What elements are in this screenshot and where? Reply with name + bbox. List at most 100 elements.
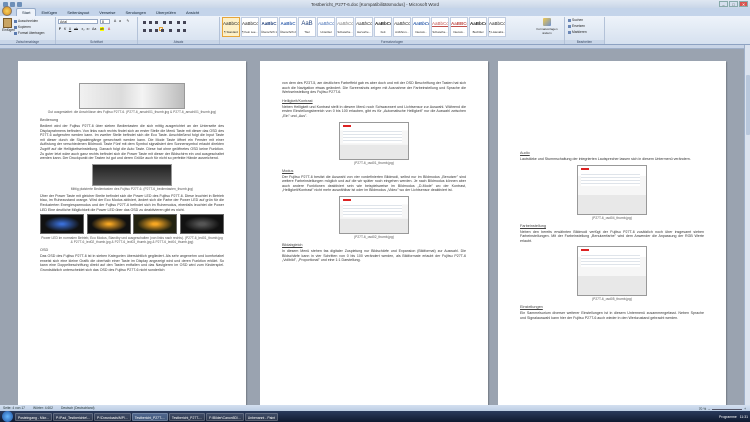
osd-screenshot-4	[577, 164, 647, 215]
style-heading1[interactable]: AaBbC Überschrift 1	[260, 17, 278, 37]
page-middle: von dem des P23T-5, am deutlichen Farbef…	[260, 61, 488, 405]
style-quote[interactable]: AaBbCcDAnführun...	[393, 17, 411, 37]
taskbar-item[interactable]: Unbenannt - Paint	[244, 412, 279, 421]
cursor-icon	[568, 30, 571, 34]
clock[interactable]: 11:31	[740, 415, 748, 419]
minimize-button[interactable]: –	[719, 1, 728, 7]
caption: Power LED im normalen Betrieb, Eco Modus…	[41, 236, 223, 245]
taskbar-item[interactable]: Testbericht_P27T-...	[131, 412, 168, 421]
font-color-icon[interactable]: A	[107, 27, 111, 31]
styles-icon	[543, 18, 551, 26]
bold-icon[interactable]: F	[58, 27, 62, 31]
change-styles-button[interactable]: Formatvorlagen ändern	[536, 17, 558, 37]
editing-group-label: Bearbeiten	[565, 40, 604, 44]
shrink-font-icon[interactable]: a	[118, 19, 122, 23]
grow-font-icon[interactable]: A	[113, 19, 117, 23]
shading-icon[interactable]	[175, 27, 180, 31]
decrease-indent-icon[interactable]	[161, 19, 166, 23]
binoculars-icon	[568, 18, 571, 22]
style-emphasis[interactable]: AaBbCcDHervorhe...	[355, 17, 373, 37]
style-title[interactable]: AaB Titel	[298, 17, 316, 37]
style-subtle-emphasis[interactable]: AaBbCcDSchwache...	[336, 17, 354, 37]
cut-button[interactable]: Ausschneiden	[14, 19, 38, 23]
font-group-label: Schriftart	[56, 40, 137, 44]
font-size-select[interactable]: 8	[100, 19, 110, 24]
align-right-icon[interactable]	[153, 27, 158, 31]
font-name-select[interactable]: Arial	[58, 19, 98, 24]
vertical-scrollbar[interactable]	[744, 45, 750, 405]
sort-icon[interactable]	[175, 19, 180, 23]
close-button[interactable]: ✕	[739, 1, 748, 7]
paragraph: Ein Sammelsurium diverser weiterer Einst…	[520, 311, 704, 320]
style-heading2[interactable]: AaBbC Überschrift 2	[279, 17, 297, 37]
style-intense-reference[interactable]: AaBBCcDIntensiv...	[450, 17, 468, 37]
highlight-icon[interactable]: ab	[100, 27, 104, 31]
style-book-title[interactable]: AaBbCcDBuchtitel	[469, 17, 487, 37]
tab-review[interactable]: Überprüfen	[151, 9, 181, 16]
justify-icon[interactable]	[159, 27, 164, 31]
pilcrow-icon[interactable]	[181, 19, 186, 23]
align-left-icon[interactable]	[141, 27, 146, 31]
replace-button[interactable]: Ersetzen	[568, 24, 585, 28]
style-list-paragraph[interactable]: AaBbCcD¶ Listenabs...	[488, 17, 506, 37]
style-subtitle[interactable]: AaBbCcl Untertitel	[317, 17, 335, 37]
paste-button[interactable]: Einfügen	[2, 18, 15, 34]
line-spacing-icon[interactable]	[167, 27, 172, 31]
multilevel-list-icon[interactable]	[153, 19, 158, 23]
taskbar-item[interactable]: Testbericht_P27T-...	[168, 412, 206, 421]
zoom-slider[interactable]	[712, 408, 743, 410]
font-group: Arial 8 A a ✎ F K U ab x₂ x² Aa ab A Sch…	[56, 17, 138, 44]
borders-icon[interactable]	[181, 27, 186, 31]
clipboard-group-label: Zwischenablage	[0, 40, 55, 44]
clipboard-icon	[2, 18, 12, 28]
led-image-eco	[86, 214, 131, 235]
caption: Mittig platzierte Bedientasten des Fujit…	[70, 186, 194, 191]
taskbar-item[interactable]: P:\Pad_Testberichte\...	[52, 412, 94, 421]
paragraph: von dem des P23T-5, am deutlichen Farbef…	[282, 81, 466, 95]
led-image-standby	[133, 214, 178, 235]
tab-page-layout[interactable]: Seitenlayout	[62, 9, 94, 16]
select-button[interactable]: Markieren	[568, 30, 587, 34]
subscript-icon[interactable]: x₂	[81, 27, 85, 31]
ribbon-tabs: Start Einfügen Seitenlayout Verweise Sen…	[0, 6, 750, 16]
style-strong[interactable]: AaBbCcDFett	[374, 17, 392, 37]
taskbar-item[interactable]: F:\Bilder\Canon5D\...	[206, 412, 244, 421]
style-standard[interactable]: AaBbCcD¶ Standard	[222, 17, 240, 37]
paragraph: In diesem Menü stehen fas digitaler Zusp…	[282, 248, 466, 263]
numbering-icon[interactable]	[147, 19, 152, 23]
clear-format-icon[interactable]: ✎	[126, 19, 130, 23]
format-painter-button[interactable]: Format übertragen	[14, 31, 44, 35]
italic-icon[interactable]: K	[63, 27, 67, 31]
style-intense-quote[interactable]: AaBbCcDIntensiv...	[412, 17, 430, 37]
style-no-spacing[interactable]: AaBbCcD¶ Kein Lee...	[241, 17, 259, 37]
copy-button[interactable]: Kopieren	[14, 25, 31, 29]
tab-references[interactable]: Verweise	[94, 9, 120, 16]
strikethrough-icon[interactable]: ab	[74, 27, 78, 31]
paragraph: Neben den bereits erwähnten Bildmodi ver…	[520, 229, 704, 243]
maximize-button[interactable]: □	[729, 1, 738, 7]
scrollbar-thumb[interactable]	[746, 75, 750, 135]
underline-icon[interactable]: U	[68, 27, 72, 31]
office-button[interactable]	[2, 6, 12, 16]
change-case-icon[interactable]: Aa	[92, 27, 96, 31]
superscript-icon[interactable]: x²	[86, 27, 90, 31]
led-image-blue	[40, 214, 84, 235]
heading-bedienung: Bedienung	[40, 118, 59, 122]
paragraph-group: Absatz	[138, 17, 220, 44]
style-subtle-reference[interactable]: AaBbCcDSchwache...	[431, 17, 449, 37]
start-button[interactable]	[2, 411, 13, 422]
align-center-icon[interactable]	[147, 27, 152, 31]
tab-view[interactable]: Ansicht	[181, 9, 204, 16]
taskbar-item[interactable]: P:\Downloads\MP\...	[94, 412, 131, 421]
increase-indent-icon[interactable]	[167, 19, 172, 23]
paragraph-group-label: Absatz	[138, 40, 219, 44]
bullets-icon[interactable]	[141, 19, 146, 23]
tray-programs[interactable]: Programme	[719, 415, 737, 419]
taskbar-item[interactable]: Posteingang - Micr...	[15, 412, 52, 421]
paragraph: Der Fujitsu P27T-6 besitzt die Auswahl v…	[282, 174, 466, 193]
tab-mailings[interactable]: Sendungen	[121, 9, 151, 16]
tab-insert[interactable]: Einfügen	[36, 9, 62, 16]
heading-einstellungen: Einstellungen	[520, 305, 543, 310]
find-button[interactable]: Suchen	[568, 18, 583, 22]
tab-start[interactable]: Start	[16, 8, 37, 16]
